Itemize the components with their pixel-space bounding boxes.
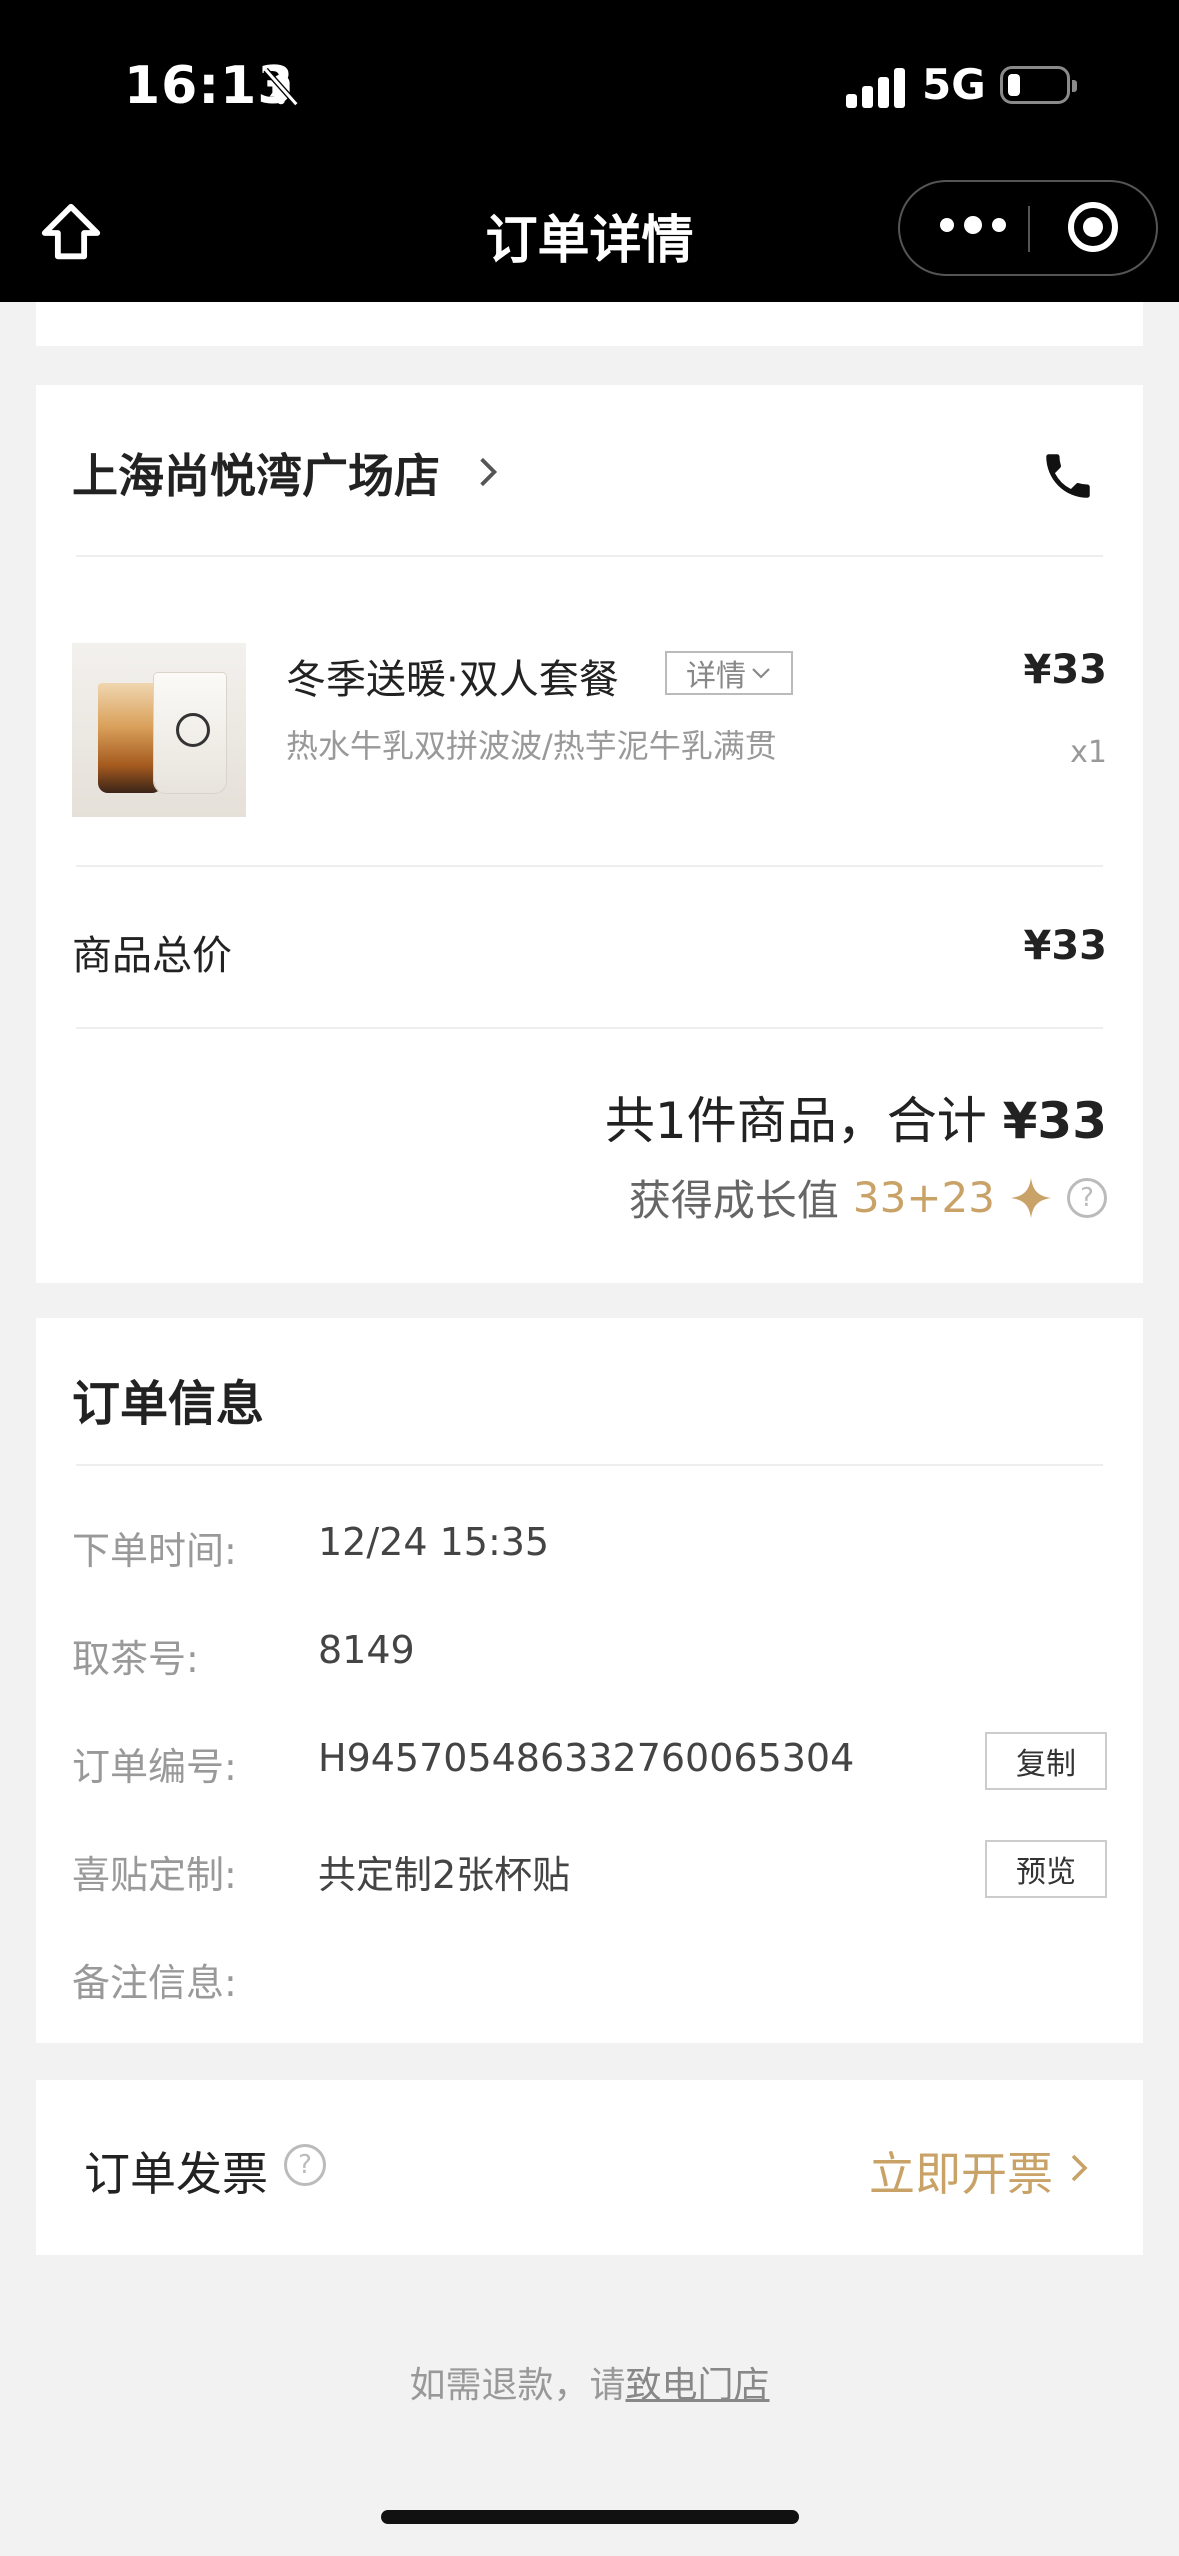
- chevron-right-icon[interactable]: [1067, 2152, 1091, 2184]
- order-summary: 共1件商品，合计 ¥33: [605, 1081, 1107, 1153]
- divider: [76, 555, 1103, 557]
- mini-program-capsule: [898, 180, 1158, 276]
- invoice-card[interactable]: 订单发票 ? 立即开票: [36, 2080, 1143, 2255]
- order-time-label: 下单时间:: [72, 1529, 237, 1573]
- subtotal-value: ¥33: [1023, 923, 1108, 969]
- help-icon[interactable]: ?: [1067, 1177, 1107, 1218]
- divider: [76, 1464, 1103, 1466]
- bell-muted-icon: [263, 67, 299, 107]
- product-name: 冬季送暖·双人套餐: [286, 657, 619, 703]
- summary-text: 共1件商品，合计: [604, 1092, 987, 1150]
- signal-icon: [846, 66, 906, 108]
- phone-icon[interactable]: [1039, 447, 1097, 505]
- sticker-custom-value: 共定制2张杯贴: [318, 1853, 571, 1897]
- order-info-card: 订单信息 下单时间: 12/24 15:35 取茶号: 8149 订单编号: H…: [36, 1318, 1143, 2043]
- refund-text: 如需退款，请: [409, 2365, 626, 2406]
- product-quantity: x1: [1070, 735, 1107, 770]
- subtotal-label: 商品总价: [72, 933, 232, 979]
- pickup-number-label: 取茶号:: [72, 1637, 199, 1681]
- preview-button[interactable]: 预览: [985, 1840, 1107, 1898]
- top-bar: 16:13 5G 订单详情: [0, 0, 1179, 302]
- call-store-link[interactable]: 致电门店: [626, 2365, 770, 2406]
- network-type: 5G: [922, 60, 986, 109]
- chevron-right-icon[interactable]: [474, 455, 502, 489]
- divider: [76, 865, 1103, 867]
- growth-label: 获得成长值: [628, 1176, 839, 1225]
- pickup-number-value: 8149: [318, 1628, 415, 1672]
- help-icon[interactable]: ?: [284, 2144, 326, 2186]
- growth-points: 获得成长值 33+23 ?: [629, 1167, 1107, 1228]
- chevron-down-icon: [752, 668, 770, 679]
- product-image: [72, 643, 246, 817]
- product-detail-button[interactable]: 详情: [665, 651, 793, 695]
- product-price: ¥33: [1023, 647, 1108, 693]
- detail-label: 详情: [686, 659, 746, 694]
- remarks-label: 备注信息:: [72, 1961, 237, 2005]
- store-name[interactable]: 上海尚悦湾广场店: [72, 440, 440, 506]
- copy-button[interactable]: 复制: [985, 1732, 1107, 1790]
- refund-note: 如需退款，请致电门店: [0, 2356, 1179, 2408]
- divider: [76, 1027, 1103, 1029]
- growth-value: 33+23: [852, 1173, 995, 1222]
- close-target-icon[interactable]: [1068, 202, 1118, 252]
- battery-icon: [1000, 66, 1077, 104]
- order-number-value: H9457054863327600653​04: [318, 1736, 855, 1780]
- sticker-custom-label: 喜贴定制:: [72, 1853, 237, 1897]
- more-icon[interactable]: [940, 216, 1006, 234]
- home-indicator[interactable]: [381, 2510, 799, 2524]
- store-card: 上海尚悦湾广场店 冬季送暖·双人套餐 详情 热水牛乳双拼波波/热芋泥牛乳满贯 ¥…: [36, 385, 1143, 1283]
- order-number-label: 订单编号:: [72, 1745, 237, 1789]
- sparkle-icon: [1010, 1177, 1052, 1218]
- summary-total: ¥33: [1002, 1092, 1107, 1150]
- order-info-title: 订单信息: [72, 1376, 265, 1432]
- issue-invoice-link[interactable]: 立即开票: [869, 2138, 1053, 2204]
- order-time-value: 12/24 15:35: [318, 1520, 550, 1564]
- invoice-label: 订单发票: [84, 2147, 268, 2201]
- product-spec: 热水牛乳双拼波波/热芋泥牛乳满贯: [286, 727, 777, 765]
